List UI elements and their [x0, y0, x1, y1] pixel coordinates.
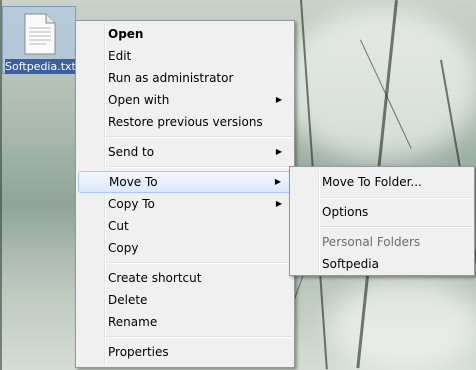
submenu-arrow-icon: ▶	[275, 147, 282, 156]
menu-separator	[320, 197, 472, 199]
menu-item-open[interactable]: Open	[78, 23, 292, 45]
menu-item-copy[interactable]: Copy	[78, 237, 292, 259]
menu-item-label: Options	[322, 205, 369, 219]
menu-item-move-to[interactable]: Move To ▶	[78, 171, 292, 193]
menu-item-label: Properties	[108, 345, 169, 359]
menu-item-create-shortcut[interactable]: Create shortcut	[78, 267, 292, 289]
move-to-submenu: Move To Folder... Options Personal Folde…	[289, 166, 475, 276]
menu-item-label: Rename	[108, 315, 158, 329]
menu-item-label: Softpedia	[322, 257, 379, 271]
menu-separator	[106, 336, 292, 338]
menu-item-copy-to[interactable]: Copy To ▶	[78, 193, 292, 215]
submenu-arrow-icon: ▶	[274, 177, 281, 186]
context-menu: Open Edit Run as administrator Open with…	[75, 20, 295, 368]
menu-item-label: Cut	[108, 219, 129, 233]
menu-separator	[320, 226, 472, 228]
submenu-arrow-icon: ▶	[275, 95, 282, 104]
menu-item-delete[interactable]: Delete	[78, 289, 292, 311]
menu-item-run-as-administrator[interactable]: Run as administrator	[78, 67, 292, 89]
submenu-item-softpedia[interactable]: Softpedia	[292, 253, 472, 275]
menu-item-open-with[interactable]: Open with ▶	[78, 89, 292, 111]
menu-separator	[106, 166, 292, 168]
menu-item-cut[interactable]: Cut	[78, 215, 292, 237]
menu-item-label: Run as administrator	[108, 71, 234, 85]
menu-item-label: Restore previous versions	[108, 115, 263, 129]
menu-item-edit[interactable]: Edit	[78, 45, 292, 67]
menu-item-label: Send to	[108, 145, 155, 159]
menu-item-label: Delete	[108, 293, 148, 307]
desktop-file-item[interactable]: Softpedia.txt	[2, 6, 76, 74]
menu-separator	[106, 262, 292, 264]
menu-item-send-to[interactable]: Send to ▶	[78, 141, 292, 163]
menu-item-rename[interactable]: Rename	[78, 311, 292, 333]
submenu-item-options[interactable]: Options	[292, 201, 472, 223]
menu-item-label: Copy To	[108, 197, 155, 211]
menu-item-label: Move To	[109, 175, 158, 189]
menu-item-label: Personal Folders	[322, 235, 421, 249]
menu-item-label: Open with	[108, 93, 170, 107]
menu-separator	[106, 136, 292, 138]
menu-item-properties[interactable]: Properties	[78, 341, 292, 363]
menu-item-label: Create shortcut	[108, 271, 202, 285]
submenu-header-personal-folders: Personal Folders	[292, 231, 472, 253]
menu-item-label: Move To Folder...	[322, 175, 422, 189]
text-file-icon	[24, 13, 56, 55]
file-name-label: Softpedia.txt	[5, 59, 75, 74]
menu-item-restore-previous-versions[interactable]: Restore previous versions	[78, 111, 292, 133]
submenu-arrow-icon: ▶	[275, 199, 282, 208]
menu-item-label: Edit	[108, 49, 132, 63]
menu-item-label: Copy	[108, 241, 139, 255]
menu-item-label: Open	[108, 27, 144, 41]
submenu-item-move-to-folder[interactable]: Move To Folder...	[292, 171, 472, 193]
